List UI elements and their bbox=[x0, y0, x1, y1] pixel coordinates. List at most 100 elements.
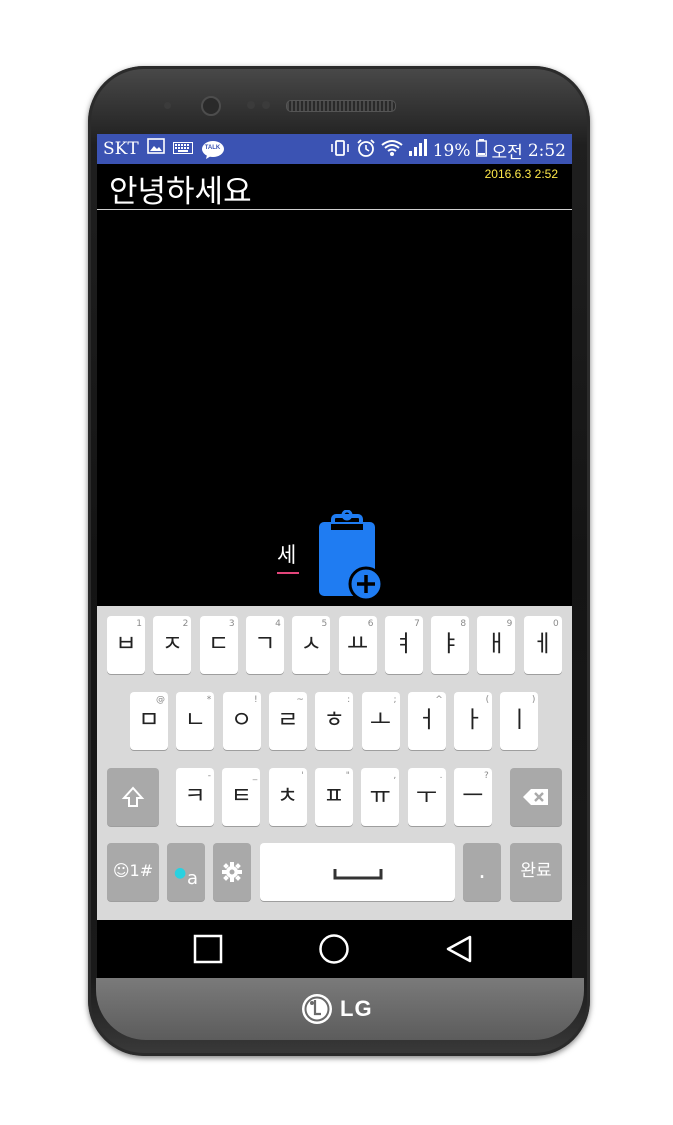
done-key-label: 완료 bbox=[520, 861, 552, 881]
key-hint: 5 bbox=[321, 619, 328, 629]
key-row3-2[interactable]: ' ㅊ bbox=[268, 768, 307, 826]
key-label: ㄱ bbox=[254, 631, 276, 657]
alarm-icon bbox=[356, 138, 376, 163]
backspace-key[interactable] bbox=[510, 768, 562, 826]
key-label: ㅁ bbox=[138, 707, 160, 733]
key-label: ㅗ bbox=[369, 707, 392, 733]
clipboard-add-icon[interactable] bbox=[315, 509, 385, 606]
done-key[interactable]: 완료 bbox=[510, 843, 562, 901]
shift-key[interactable] bbox=[107, 768, 159, 826]
key-label: ㅍ bbox=[323, 783, 345, 809]
key-row1-9[interactable]: 0ㅔ bbox=[523, 616, 562, 674]
front-camera bbox=[201, 96, 221, 116]
vibrate-icon bbox=[329, 139, 351, 162]
key-hint: 3 bbox=[228, 619, 235, 629]
key-row3-4[interactable]: ,ㅠ bbox=[361, 768, 400, 826]
key-row1-0[interactable]: 1ㅂ bbox=[107, 616, 145, 674]
key-label: ㄴ bbox=[184, 707, 206, 733]
sensor-dot bbox=[262, 101, 270, 109]
key-label: ㅕ bbox=[393, 631, 415, 657]
key-hint: 0 bbox=[552, 619, 559, 629]
wifi-icon bbox=[381, 139, 403, 162]
key-row2-6[interactable]: ^ ㅓ bbox=[407, 692, 446, 750]
circle-icon bbox=[319, 934, 349, 964]
key-row1-5[interactable]: 6ㅛ bbox=[338, 616, 377, 674]
key-label: ㅎ bbox=[323, 707, 345, 733]
key-row2-4[interactable]: :ㅎ bbox=[315, 692, 354, 750]
key-label: ㅌ bbox=[230, 783, 252, 809]
key-label: ㅠ bbox=[369, 783, 391, 809]
key-row3-5[interactable]: .ㅜ bbox=[407, 768, 446, 826]
composing-text: 세 bbox=[277, 543, 297, 567]
title-divider bbox=[97, 209, 572, 210]
key-row3-6[interactable]: ? ㅡ bbox=[453, 768, 492, 826]
carrier-label: SKT bbox=[103, 138, 139, 159]
key-label: ㅇ bbox=[231, 707, 253, 733]
key-hint: ^ bbox=[435, 695, 443, 705]
signal-icon bbox=[408, 139, 428, 162]
back-button[interactable] bbox=[445, 934, 473, 968]
earpiece-speaker bbox=[286, 100, 396, 112]
key-row2-7[interactable]: (ㅏ bbox=[454, 692, 493, 750]
space-key[interactable] bbox=[260, 843, 455, 901]
status-bar: SKT TALK 19% 오전 2:52 bbox=[97, 134, 572, 164]
key-hint: 4 bbox=[275, 619, 281, 629]
key-hint: 6 bbox=[367, 619, 374, 629]
key-label: ㄹ bbox=[277, 707, 299, 733]
sensor-dot bbox=[247, 101, 255, 109]
key-row1-4[interactable]: 5ㅅ bbox=[292, 616, 331, 674]
key-row1-6[interactable]: 7ㅕ bbox=[384, 616, 423, 674]
key-label: ㅋ bbox=[184, 783, 206, 809]
key-row3-0[interactable]: -ㅋ bbox=[176, 768, 214, 826]
key-row2-8[interactable]: ) ㅣ bbox=[500, 692, 539, 750]
lg-logo: LG bbox=[300, 992, 373, 1026]
symbols-key-label: ☺1# bbox=[112, 861, 154, 880]
kakaotalk-label: TALK bbox=[204, 144, 221, 151]
key-hint: ; bbox=[393, 695, 397, 705]
key-label: ㅔ bbox=[532, 631, 554, 657]
key-row2-5[interactable]: ; ㅗ bbox=[361, 692, 400, 750]
key-label: ㄷ bbox=[208, 631, 230, 657]
gallery-icon bbox=[146, 138, 165, 159]
message-title: 안녕하세요 bbox=[109, 174, 252, 210]
key-row2-3[interactable]: ~ ㄹ bbox=[268, 692, 307, 750]
key-row2-1[interactable]: * ㄴ bbox=[176, 692, 215, 750]
battery-icon bbox=[475, 139, 487, 162]
key-row3-1[interactable]: _ ㅌ bbox=[222, 768, 261, 826]
key-row3-3[interactable]: " ㅍ bbox=[314, 768, 353, 826]
language-switch-key[interactable]: ● a bbox=[167, 843, 205, 901]
gear-icon bbox=[222, 862, 242, 882]
key-hint: 8 bbox=[460, 619, 467, 629]
proximity-sensor bbox=[164, 102, 171, 109]
key-row1-7[interactable]: 8ㅑ bbox=[431, 616, 470, 674]
key-row1-3[interactable]: 4ㄱ bbox=[245, 616, 284, 674]
key-row2-0[interactable]: @ ㅁ bbox=[130, 692, 168, 750]
composing-underline bbox=[277, 572, 299, 574]
key-row1-8[interactable]: 9ㅐ bbox=[477, 616, 516, 674]
period-key[interactable]: . bbox=[463, 843, 501, 901]
home-button[interactable] bbox=[318, 933, 350, 969]
recent-apps-button[interactable] bbox=[193, 934, 223, 968]
key-hint: . bbox=[439, 771, 443, 781]
key-row1-2[interactable]: 3ㄷ bbox=[199, 616, 238, 674]
key-label: ㅡ bbox=[462, 783, 484, 809]
lg-face-icon bbox=[302, 994, 332, 1024]
key-hint: ( bbox=[485, 695, 490, 705]
battery-percent: 19% bbox=[432, 140, 471, 161]
navigation-bar bbox=[97, 920, 572, 978]
key-label: ㅂ bbox=[115, 631, 137, 657]
settings-key[interactable] bbox=[213, 843, 251, 901]
key-label: ㅛ bbox=[346, 631, 369, 657]
key-hint: ? bbox=[484, 771, 489, 781]
key-hint: 9 bbox=[506, 619, 513, 629]
key-hint: 2 bbox=[182, 619, 189, 629]
key-hint: _ bbox=[252, 771, 258, 781]
key-hint: ~ bbox=[296, 695, 304, 705]
key-hint: - bbox=[207, 771, 211, 781]
period-key-label: . bbox=[478, 858, 486, 884]
symbols-key[interactable]: ☺1# bbox=[107, 843, 159, 901]
language-switch-icon: ● bbox=[174, 865, 187, 881]
key-row2-2[interactable]: ! ㅇ bbox=[222, 692, 261, 750]
key-row1-1[interactable]: 2ㅈ bbox=[153, 616, 192, 674]
key-label: ㅓ bbox=[416, 707, 438, 733]
